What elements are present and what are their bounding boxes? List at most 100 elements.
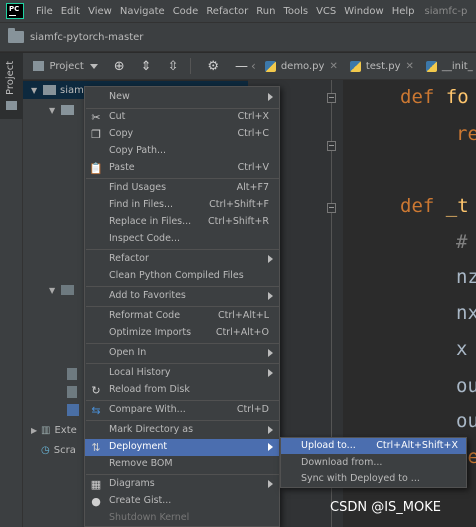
project-view-selector[interactable]: Project [50, 61, 84, 72]
expand-arrow-icon[interactable]: ▶ [31, 426, 41, 435]
expand-all-icon[interactable]: ⇕ [141, 59, 152, 74]
hide-icon[interactable]: — [235, 59, 248, 74]
tab-label: __init_ [441, 60, 473, 72]
collapse-all-icon[interactable]: ⇳ [168, 59, 179, 74]
menu-item-new[interactable]: New [85, 89, 279, 106]
menu-item-compare-with[interactable]: ⇆ Compare With... Ctrl+D [85, 402, 279, 419]
menu-refactor[interactable]: Refactor [202, 6, 252, 17]
menu-item-create-gist[interactable]: ● Create Gist... [85, 493, 279, 510]
file-icon [67, 368, 77, 380]
folder-icon [61, 105, 74, 115]
menu-run[interactable]: Run [252, 6, 279, 17]
menu-bar: PC File Edit View Navigate Code Refactor… [0, 0, 476, 22]
libraries-icon: ▥ [41, 424, 51, 436]
collapse-arrow-icon[interactable]: ▼ [31, 86, 41, 95]
submenu-arrow-icon [268, 255, 273, 263]
reload-icon: ↻ [91, 384, 101, 397]
file-icon [67, 386, 77, 398]
diagram-icon: ▦ [90, 478, 102, 491]
project-folder-icon [6, 101, 17, 110]
collapse-arrow-icon[interactable]: ▼ [49, 106, 59, 115]
submenu-arrow-icon [268, 480, 273, 488]
gear-icon[interactable]: ⚙ [207, 59, 219, 74]
locate-icon[interactable]: ⊕ [114, 59, 125, 74]
scratches-label: Scra [53, 444, 76, 456]
tree-root-label: siam [60, 84, 84, 96]
tab-test[interactable]: test.py ✕ [344, 53, 420, 79]
close-icon[interactable]: ✕ [329, 61, 337, 72]
fold-marker-icon[interactable] [327, 141, 336, 151]
folder-icon [43, 85, 56, 95]
pycharm-logo-icon: PC [6, 3, 24, 19]
menu-item-local-history[interactable]: Local History [85, 365, 279, 382]
menu-item-reformat-code[interactable]: Reformat Code Ctrl+Alt+L [85, 308, 279, 325]
menu-divider [86, 474, 280, 475]
menu-divider [86, 306, 280, 307]
menu-item-open-in[interactable]: Open In [85, 345, 279, 362]
tab-demo[interactable]: demo.py ✕ [259, 53, 344, 79]
submenu-arrow-icon [268, 93, 273, 101]
menu-divider [86, 363, 280, 364]
menu-view[interactable]: View [84, 6, 116, 17]
chevron-left-icon[interactable]: ‹ [248, 59, 259, 73]
project-tool-tab[interactable]: Project [0, 53, 23, 119]
menu-help[interactable]: Help [388, 6, 419, 17]
menu-window[interactable]: Window [340, 6, 387, 17]
menu-item-download-from[interactable]: Download from... [281, 455, 466, 471]
chevron-down-icon[interactable] [89, 63, 98, 69]
menu-item-copy[interactable]: ❐ Copy Ctrl+C [85, 126, 279, 143]
breadcrumb[interactable]: siamfc-pytorch-master [30, 32, 143, 43]
menu-item-sync-with-deployed[interactable]: Sync with Deployed to ... [281, 471, 466, 487]
menu-item-diagrams[interactable]: ▦ Diagrams [85, 476, 279, 493]
context-menu: New ✂ Cut Ctrl+X ❐ Copy Ctrl+C Copy Path... … [84, 86, 280, 527]
submenu-arrow-icon [268, 349, 273, 357]
menu-item-copy-path[interactable]: Copy Path... [85, 143, 279, 160]
project-toolbar: Project ⊕ ⇕ ⇳ ⚙ — [23, 53, 248, 80]
menu-item-reload-from-disk[interactable]: ↻ Reload from Disk [85, 382, 279, 399]
folder-icon [61, 285, 74, 295]
tab-init[interactable]: __init_ [420, 53, 476, 79]
menu-item-deployment[interactable]: ⇅ Deployment [85, 439, 279, 456]
code-line: ou [456, 375, 476, 397]
menu-divider [86, 249, 280, 250]
menu-edit[interactable]: Edit [57, 6, 84, 17]
menu-item-clean-compiled[interactable]: Clean Python Compiled Files [85, 268, 279, 285]
menu-item-replace-in-files[interactable]: Replace in Files... Ctrl+Shift+R [85, 214, 279, 231]
menu-item-cut[interactable]: ✂ Cut Ctrl+X [85, 109, 279, 126]
paste-icon: 📋 [89, 162, 103, 175]
menu-divider [86, 286, 280, 287]
menu-navigate[interactable]: Navigate [116, 6, 169, 17]
collapse-arrow-icon[interactable]: ▼ [49, 286, 59, 295]
menu-item-find-in-files[interactable]: Find in Files... Ctrl+Shift+F [85, 197, 279, 214]
scratches-icon: ◷ [41, 444, 50, 456]
watermark: CSDN @IS_MOKE [330, 500, 441, 515]
menu-item-paste[interactable]: 📋 Paste Ctrl+V [85, 160, 279, 177]
python-file-icon [264, 60, 276, 72]
menu-item-find-usages[interactable]: Find Usages Alt+F7 [85, 180, 279, 197]
menu-item-inspect-code[interactable]: Inspect Code... [85, 231, 279, 248]
menu-code[interactable]: Code [169, 6, 203, 17]
menu-item-remove-bom[interactable]: Remove BOM [85, 456, 279, 473]
fold-marker-icon[interactable] [327, 203, 336, 213]
menu-divider [86, 400, 280, 401]
menu-tools[interactable]: Tools [279, 6, 312, 17]
close-icon[interactable]: ✕ [406, 61, 414, 72]
menu-item-mark-directory[interactable]: Mark Directory as [85, 422, 279, 439]
tool-window-strip: Project [0, 53, 23, 527]
pdf-file-icon [67, 404, 79, 416]
menu-item-upload-to[interactable]: Upload to... Ctrl+Alt+Shift+X [281, 438, 466, 454]
menu-divider [86, 420, 280, 421]
tab-label: test.py [365, 60, 401, 72]
menu-item-optimize-imports[interactable]: Optimize Imports Ctrl+Alt+O [85, 325, 279, 342]
menu-file[interactable]: File [32, 6, 57, 17]
python-file-icon [349, 60, 361, 72]
menu-item-refactor[interactable]: Refactor [85, 251, 279, 268]
code-line: ou [456, 410, 476, 432]
menu-vcs[interactable]: VCS [312, 6, 340, 17]
menu-item-add-to-favorites[interactable]: Add to Favorites [85, 288, 279, 305]
project-view-icon [33, 61, 44, 71]
menu-divider [86, 178, 280, 179]
project-tab-label: Project [5, 60, 16, 95]
fold-marker-icon[interactable] [327, 93, 336, 103]
scissors-icon: ✂ [91, 111, 101, 124]
